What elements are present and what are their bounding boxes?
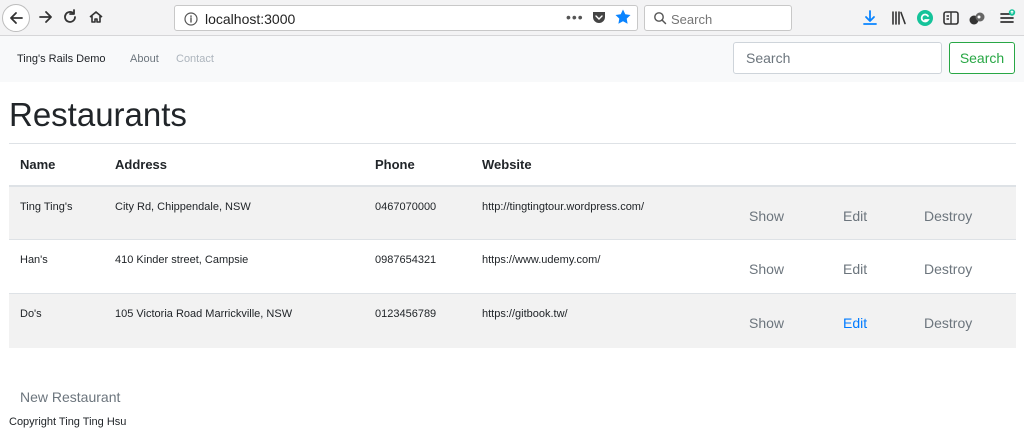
- nav-link-contact[interactable]: Contact: [176, 53, 214, 65]
- edit-link-hovered[interactable]: Edit: [832, 293, 913, 348]
- navbar-search-input[interactable]: [733, 42, 942, 74]
- arrow-left-icon: [10, 12, 23, 24]
- app-navbar: Ting's Rails Demo About Contact Search: [0, 36, 1024, 82]
- column-header-show: [738, 143, 832, 187]
- new-restaurant-link[interactable]: New Restaurant: [20, 389, 120, 405]
- cell-phone: 0987654321: [364, 239, 471, 294]
- arrow-right-icon: [39, 11, 52, 23]
- browser-search-box[interactable]: [644, 5, 792, 31]
- cell-phone: 0467070000: [364, 185, 471, 240]
- menu-hamburger-icon[interactable]: [998, 9, 1016, 27]
- column-header-edit: [832, 143, 913, 187]
- cell-address: City Rd, Chippendale, NSW: [104, 185, 364, 240]
- restaurants-table: Name Address Phone Website Ting Ting's C…: [9, 143, 1016, 348]
- browser-toolbar: localhost:3000 •••: [0, 0, 1024, 36]
- edit-link[interactable]: Edit: [832, 185, 913, 240]
- extension-icon[interactable]: [968, 9, 986, 27]
- home-icon: [89, 11, 103, 23]
- show-link[interactable]: Show: [738, 239, 832, 294]
- cell-website: https://www.udemy.com/: [471, 239, 738, 294]
- table-row: Han's 410 Kinder street, Campsie 0987654…: [9, 239, 1016, 294]
- reload-button[interactable]: [56, 3, 84, 31]
- library-icon[interactable]: [890, 9, 908, 27]
- download-icon[interactable]: [861, 9, 879, 27]
- browser-search-input[interactable]: [671, 10, 787, 28]
- column-header-address: Address: [104, 143, 364, 187]
- show-link[interactable]: Show: [738, 185, 832, 240]
- destroy-link[interactable]: Destroy: [913, 239, 1016, 294]
- table-row: Ting Ting's City Rd, Chippendale, NSW 04…: [9, 185, 1016, 240]
- footer-copyright: Copyright Ting Ting Hsu: [9, 416, 127, 428]
- column-header-destroy: [913, 143, 1016, 187]
- nav-link-about[interactable]: About: [130, 53, 159, 65]
- info-icon[interactable]: [184, 12, 198, 26]
- reload-icon: [64, 9, 76, 23]
- cell-website: http://tingtingtour.wordpress.com/: [471, 185, 738, 240]
- cell-name: Ting Ting's: [9, 185, 104, 240]
- page-title: Restaurants: [9, 96, 187, 133]
- show-link[interactable]: Show: [738, 293, 832, 348]
- reader-view-icon[interactable]: [942, 9, 960, 27]
- column-header-name: Name: [9, 143, 104, 187]
- grammarly-icon[interactable]: [916, 9, 934, 27]
- cell-name: Han's: [9, 239, 104, 294]
- pocket-icon[interactable]: [592, 10, 606, 24]
- edit-link[interactable]: Edit: [832, 239, 913, 294]
- navbar-search-button[interactable]: Search: [949, 42, 1015, 74]
- home-button[interactable]: [82, 3, 110, 31]
- column-header-phone: Phone: [364, 143, 471, 187]
- page-actions-icon[interactable]: •••: [566, 9, 584, 25]
- cell-website: https://gitbook.tw/: [471, 293, 738, 348]
- url-text[interactable]: localhost:3000: [205, 11, 295, 27]
- cell-address: 105 Victoria Road Marrickville, NSW: [104, 293, 364, 348]
- cell-phone: 0123456789: [364, 293, 471, 348]
- search-icon: [654, 12, 667, 25]
- navbar-brand[interactable]: Ting's Rails Demo: [17, 53, 106, 65]
- table-header-row: Name Address Phone Website: [9, 143, 1016, 187]
- destroy-link[interactable]: Destroy: [913, 185, 1016, 240]
- table-row: Do's 105 Victoria Road Marrickville, NSW…: [9, 293, 1016, 348]
- cell-name: Do's: [9, 293, 104, 348]
- cell-address: 410 Kinder street, Campsie: [104, 239, 364, 294]
- destroy-link[interactable]: Destroy: [913, 293, 1016, 348]
- bookmark-star-icon[interactable]: [614, 8, 632, 26]
- back-button[interactable]: [2, 4, 30, 32]
- column-header-website: Website: [471, 143, 738, 187]
